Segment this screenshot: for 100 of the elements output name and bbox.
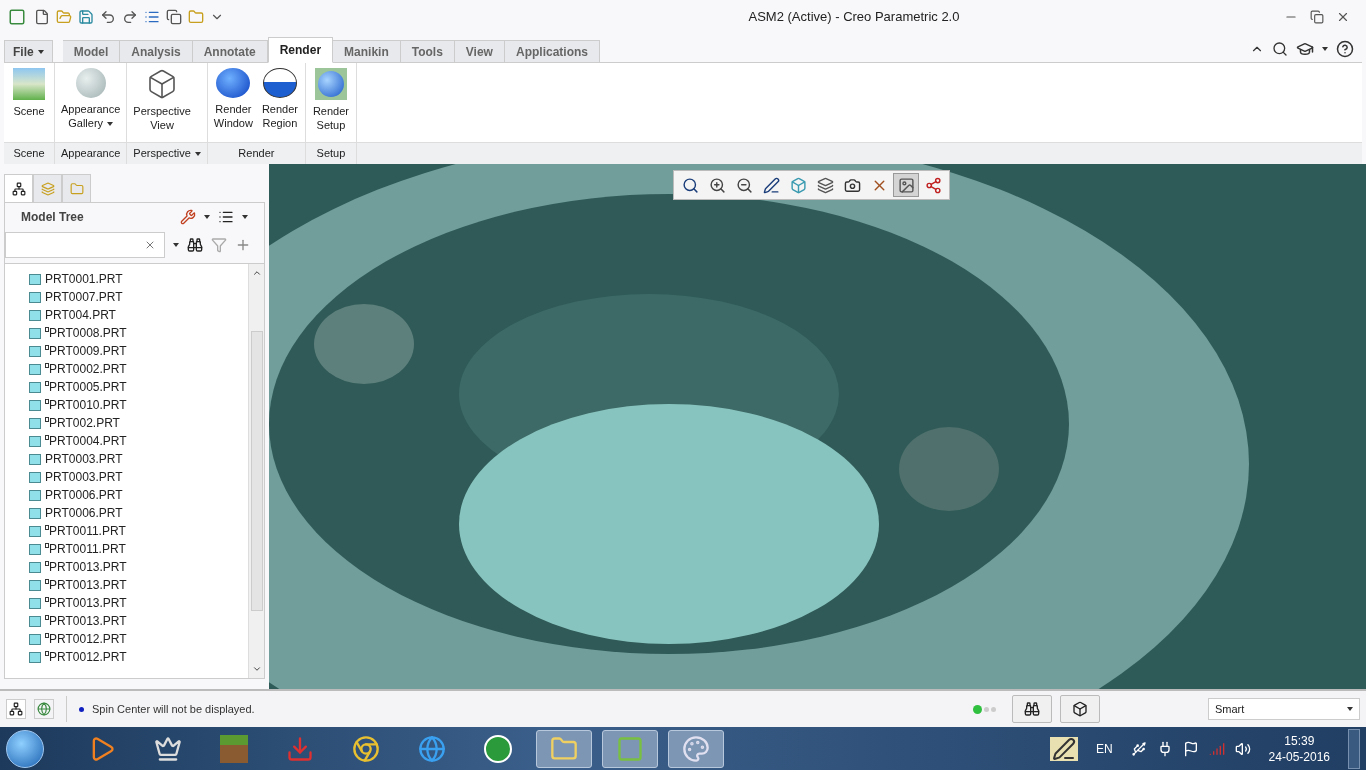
globe-icon xyxy=(418,734,446,763)
tree-item[interactable]: PRT0006.PRT xyxy=(29,486,248,504)
ribbon-button[interactable]: Scene xyxy=(6,63,52,142)
taskbar-app[interactable] xyxy=(668,729,724,768)
view-toolbar-button[interactable] xyxy=(893,173,919,197)
binoculars-icon xyxy=(1024,701,1040,717)
clock[interactable]: 15:39 24-05-2016 xyxy=(1268,732,1330,765)
caret-icon xyxy=(1347,707,1353,711)
part-icon xyxy=(29,615,41,627)
find-icon[interactable] xyxy=(187,237,203,253)
tree-item[interactable]: PRT0010.PRT xyxy=(29,396,248,414)
tree-item[interactable]: PRT0006.PRT xyxy=(29,504,248,522)
find-button[interactable] xyxy=(1012,695,1052,723)
tree-item[interactable]: PRT0005.PRT xyxy=(29,378,248,396)
caret-icon xyxy=(204,215,210,219)
ribbon-tab[interactable]: Model xyxy=(62,40,121,62)
ribbon-button[interactable]: Appearance Gallery xyxy=(57,63,125,142)
tree-item[interactable]: PRT0008.PRT xyxy=(29,324,248,342)
ribbon-button[interactable]: Perspective View xyxy=(129,63,195,142)
scrollbar-thumb[interactable] xyxy=(250,331,263,611)
tree-item[interactable]: PRT004.PRT xyxy=(29,306,248,324)
part-icon xyxy=(29,633,41,645)
part-icon xyxy=(29,399,41,411)
help-icon[interactable] xyxy=(1336,40,1354,58)
tree-item[interactable]: PRT0009.PRT xyxy=(29,342,248,360)
ribbon-tab[interactable]: Manikin xyxy=(333,40,401,62)
tree-item[interactable]: PRT002.PRT xyxy=(29,414,248,432)
tree-item[interactable]: PRT0007.PRT xyxy=(29,288,248,306)
group-label[interactable]: Scene xyxy=(4,142,54,164)
tree-item[interactable]: PRT0011.PRT xyxy=(29,540,248,558)
ribbon-tab[interactable]: Analysis xyxy=(120,40,193,62)
scroll-down-icon[interactable] xyxy=(251,664,262,674)
tree-toggle-icon[interactable] xyxy=(6,699,26,719)
filter-select[interactable]: Smart xyxy=(1208,698,1360,720)
ribbon-tab[interactable]: Tools xyxy=(400,40,455,62)
palette-icon xyxy=(682,734,710,763)
group-label[interactable]: Render xyxy=(207,142,305,164)
bullet-icon xyxy=(79,706,84,712)
ribbon-button[interactable]: Render Window xyxy=(209,63,257,142)
ribbon-tab[interactable]: Annotate xyxy=(192,40,268,62)
tree-item[interactable]: PRT0012.PRT xyxy=(29,630,248,648)
tree-item[interactable]: PRT0011.PRT xyxy=(29,522,248,540)
part-icon xyxy=(29,417,41,429)
tree-item[interactable]: PRT0013.PRT xyxy=(29,576,248,594)
model-tree-tab[interactable] xyxy=(4,174,33,202)
search-icon[interactable] xyxy=(1272,41,1288,57)
part-icon xyxy=(29,525,41,537)
taskbar-app[interactable] xyxy=(536,729,592,768)
ribbon-tab[interactable]: Render xyxy=(267,37,334,63)
show-icon[interactable] xyxy=(218,209,234,225)
tree-item[interactable]: PRT0001.PRT xyxy=(29,270,248,288)
group-label[interactable]: Setup xyxy=(305,142,356,164)
ribbon-tab[interactable]: View xyxy=(454,40,505,62)
scroll-up-icon[interactable] xyxy=(251,268,262,278)
part-icon xyxy=(29,471,41,483)
part-icon xyxy=(29,561,41,573)
browser-toggle-icon[interactable] xyxy=(34,699,54,719)
tree-item[interactable]: PRT0003.PRT xyxy=(29,468,248,486)
show-desktop-button[interactable] xyxy=(1348,728,1360,769)
usb-icon[interactable] xyxy=(1130,740,1147,757)
new-file-icon[interactable] xyxy=(34,8,50,25)
tree-item[interactable]: PRT0003.PRT xyxy=(29,450,248,468)
clear-icon[interactable] xyxy=(144,239,156,251)
tree-item[interactable]: PRT0013.PRT xyxy=(29,558,248,576)
undo-icon[interactable] xyxy=(100,8,116,25)
ribbon-button[interactable]: Render Region xyxy=(256,63,303,142)
ribbon-button[interactable]: Render Setup xyxy=(307,63,354,142)
pen-icon[interactable] xyxy=(1049,736,1078,761)
caret-icon xyxy=(242,215,248,219)
tree-item[interactable]: PRT0004.PRT xyxy=(29,432,248,450)
learning-icon[interactable] xyxy=(1296,40,1314,58)
restore-icon[interactable] xyxy=(1310,9,1324,24)
tree-item[interactable]: PRT0013.PRT xyxy=(29,612,248,630)
flag-icon[interactable] xyxy=(1182,740,1199,757)
redo-icon[interactable] xyxy=(122,8,138,25)
ribbon-tab[interactable]: Applications xyxy=(504,40,600,62)
part-icon xyxy=(29,381,41,393)
tree-item[interactable]: PRT0012.PRT xyxy=(29,648,248,666)
tree-item[interactable]: PRT0002.PRT xyxy=(29,360,248,378)
tree-icon xyxy=(11,181,26,196)
settings-icon[interactable] xyxy=(180,209,196,225)
caret-icon xyxy=(194,151,201,156)
language-indicator[interactable]: EN xyxy=(1095,739,1113,758)
cube-icon xyxy=(1072,701,1088,717)
status-message: Spin Center will not be displayed. xyxy=(92,701,256,717)
part-icon xyxy=(29,327,41,339)
taskbar-app[interactable] xyxy=(602,729,658,768)
camera-icon xyxy=(843,176,861,194)
tree-item[interactable]: PRT0013.PRT xyxy=(29,594,248,612)
save-icon[interactable] xyxy=(78,8,94,25)
group-label[interactable]: Appearance xyxy=(55,142,127,164)
model-button[interactable] xyxy=(1060,695,1100,723)
zoom-out-icon xyxy=(735,176,753,194)
start-button[interactable] xyxy=(6,729,44,768)
volume-icon[interactable] xyxy=(1234,740,1251,757)
file-menu[interactable]: File xyxy=(4,40,53,62)
teapot-icon xyxy=(216,68,251,98)
part-icon xyxy=(29,453,41,465)
search-field[interactable] xyxy=(5,232,165,258)
group-label[interactable]: Perspective xyxy=(127,142,207,164)
